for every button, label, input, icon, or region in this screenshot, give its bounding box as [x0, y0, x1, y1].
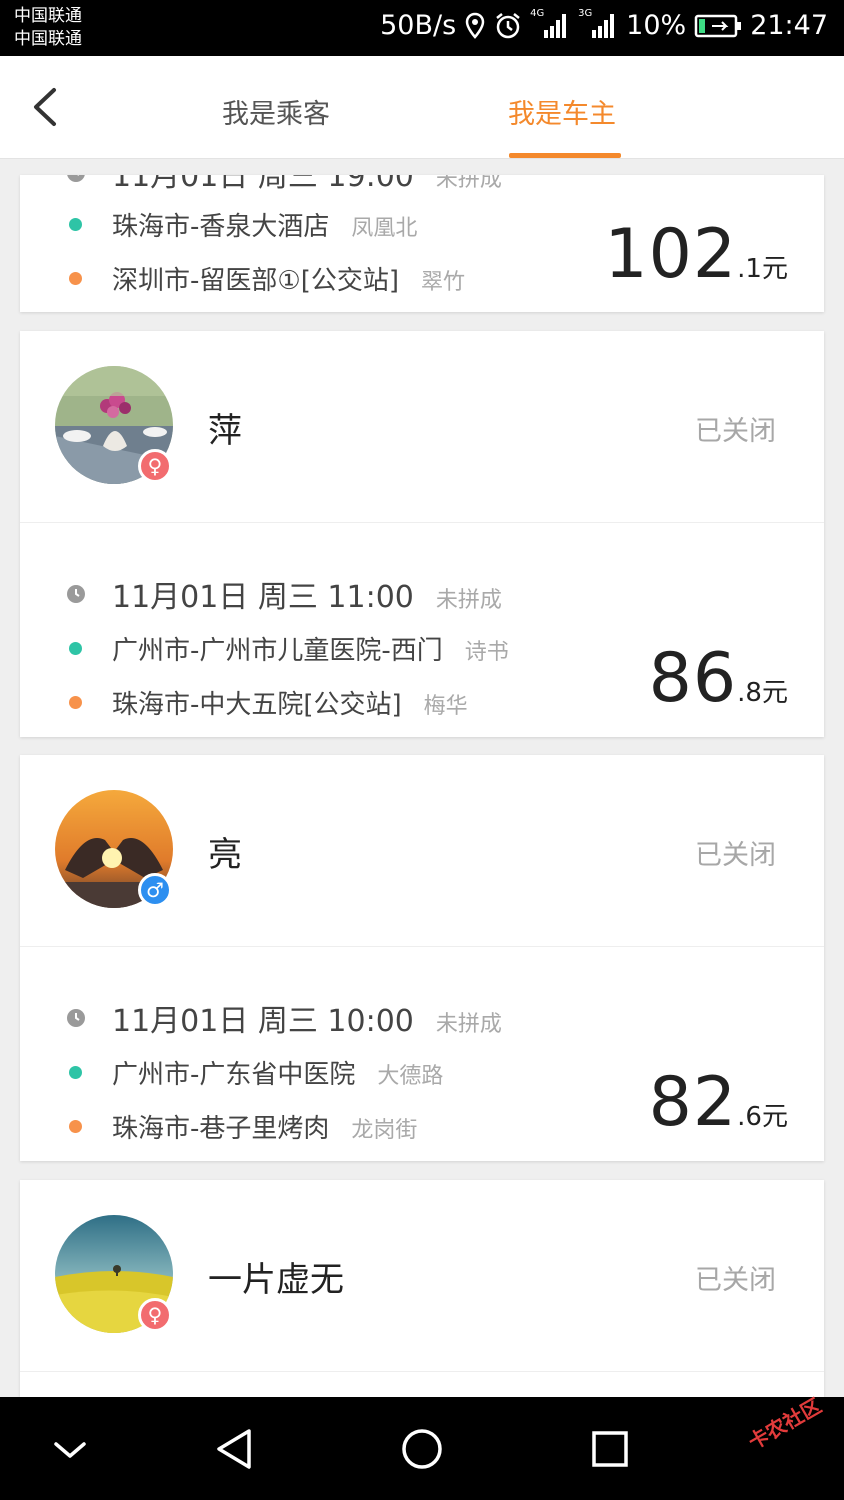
trip-from-row: 广州市-广东省中医院 大德路 — [20, 1052, 580, 1092]
trip-datetime-row: 11月01日 周三 19:00 未拼成 — [20, 175, 580, 194]
clock-icon — [67, 585, 85, 603]
male-icon: ♂ — [138, 873, 172, 907]
alarm-icon — [496, 12, 520, 38]
battery-icon — [694, 14, 742, 37]
trip-to-row: 珠海市-中大五院[公交站] 梅华 — [20, 682, 580, 722]
female-icon: ♀ — [138, 449, 172, 483]
start-dot — [69, 641, 82, 655]
driver-name: 亮 — [208, 835, 242, 875]
order-state: 已关闭 — [695, 840, 776, 871]
trip-datetime: 11月01日 周三 19:00 — [112, 175, 414, 194]
order-state: 已关闭 — [695, 416, 776, 447]
network-type-1: 4G — [530, 7, 545, 19]
trip-from-row: 广州市-广州市儿童医院-西门 诗书 — [20, 628, 580, 668]
trip-to-row: 珠海市-巷子里烤肉 龙岗街 — [20, 1106, 580, 1146]
order-state: 已关闭 — [695, 1265, 776, 1296]
active-tab-indicator — [509, 153, 621, 158]
trip-from: 广州市-广州市儿童医院-西门 — [112, 635, 443, 666]
carrier-2: 中国联通 — [14, 29, 82, 49]
tab-passenger[interactable]: 我是乘客 — [222, 92, 330, 131]
trip-status: 未拼成 — [435, 175, 502, 192]
trip-from: 广州市-广东省中医院 — [112, 1059, 356, 1090]
trip-from: 珠海市-香泉大酒店 — [112, 211, 330, 242]
female-icon: ♀ — [138, 1298, 172, 1332]
price-integer: 102 — [604, 215, 738, 294]
trip-price: 82.6元 — [649, 1063, 788, 1142]
order-header: ♂ 亮 已关闭 — [20, 755, 824, 947]
top-navigation: 我是乘客 我是车主 — [0, 56, 844, 159]
chevron-down-icon[interactable] — [40, 1419, 100, 1479]
trip-to-area: 龙岗街 — [351, 1117, 418, 1143]
driver-name: 一片虚无 — [208, 1260, 344, 1300]
trip-to-area: 梅华 — [423, 693, 468, 719]
trip-from-area: 凤凰北 — [351, 215, 418, 241]
trip-price: 102.1元 — [604, 215, 788, 294]
trip-datetime-row: 11月01日 周三 10:00 未拼成 — [20, 998, 580, 1039]
order-card[interactable]: ♂ 亮 已关闭 11月01日 周三 10:00 未拼成 广州市-广东省中医院 大德路… — [20, 755, 824, 1161]
trip-datetime-row: 11月01日 周三 11:00 未拼成 — [20, 574, 580, 615]
status-bar: 中国联通 中国联通 50B/s 4G 3G 10% 21:47 — [0, 0, 844, 56]
trip-from-area: 大德路 — [377, 1063, 444, 1089]
clock-icon — [67, 1009, 85, 1027]
start-dot — [69, 217, 82, 231]
carrier-info: 中国联通 中国联通 — [14, 5, 82, 51]
home-circle-icon[interactable] — [392, 1419, 452, 1479]
back-triangle-icon[interactable] — [204, 1419, 264, 1479]
network-type-2: 3G — [578, 7, 593, 19]
order-header: ♀ 一片虚无 已关闭 — [20, 1180, 824, 1372]
clock-icon — [67, 175, 85, 182]
trip-from-row: 珠海市-香泉大酒店 凤凰北 — [20, 204, 580, 244]
price-decimal: .1 — [737, 254, 762, 284]
trip-status: 未拼成 — [435, 588, 502, 613]
recent-square-icon[interactable] — [580, 1419, 640, 1479]
tab-driver[interactable]: 我是车主 — [508, 92, 616, 131]
system-navigation-bar — [0, 1397, 844, 1500]
end-dot — [69, 695, 82, 709]
network-speed: 50B/s — [380, 10, 457, 41]
trip-status: 未拼成 — [435, 1012, 502, 1037]
location-icon — [465, 12, 485, 39]
price-unit: 元 — [761, 254, 788, 284]
order-card[interactable]: ♀ 一片虚无 已关闭 — [20, 1180, 824, 1397]
chevron-left-icon[interactable] — [26, 84, 66, 130]
end-dot — [69, 271, 82, 285]
order-header: ♀ 萍 已关闭 — [20, 331, 824, 523]
battery-percent: 10% — [626, 10, 687, 41]
trip-from-area: 诗书 — [464, 639, 509, 665]
trip-datetime: 11月01日 周三 11:00 — [112, 580, 414, 615]
trip-card-partial[interactable]: 11月01日 周三 19:00 未拼成 珠海市-香泉大酒店 凤凰北 深圳市-留医部①… — [20, 175, 824, 312]
trip-to: 深圳市-留医部①[公交站] — [112, 265, 399, 296]
signal-icon-2: 3G — [578, 8, 618, 40]
trip-datetime: 11月01日 周三 10:00 — [112, 1004, 414, 1039]
price-decimal: .8 — [737, 678, 762, 708]
clock-time: 21:47 — [750, 10, 828, 41]
end-dot — [69, 1119, 82, 1133]
price-integer: 86 — [648, 639, 738, 718]
price-unit: 元 — [761, 1102, 788, 1132]
carrier-1: 中国联通 — [14, 6, 82, 26]
driver-name: 萍 — [208, 411, 242, 451]
order-card[interactable]: ♀ 萍 已关闭 11月01日 周三 11:00 未拼成 广州市-广州市儿童医院-西… — [20, 331, 824, 737]
trip-to: 珠海市-中大五院[公交站] — [112, 689, 402, 720]
status-indicators: 50B/s 4G 3G 10% 21:47 — [380, 8, 828, 42]
trip-to-area: 翠竹 — [420, 269, 465, 295]
trip-to: 珠海市-巷子里烤肉 — [112, 1113, 330, 1144]
price-unit: 元 — [761, 678, 788, 708]
trip-price: 86.8元 — [649, 639, 788, 718]
price-integer: 82 — [648, 1063, 738, 1142]
trip-to-row: 深圳市-留医部①[公交站] 翠竹 — [20, 258, 580, 298]
start-dot — [69, 1065, 82, 1079]
price-decimal: .6 — [737, 1102, 762, 1132]
signal-icon-1: 4G — [530, 8, 570, 40]
